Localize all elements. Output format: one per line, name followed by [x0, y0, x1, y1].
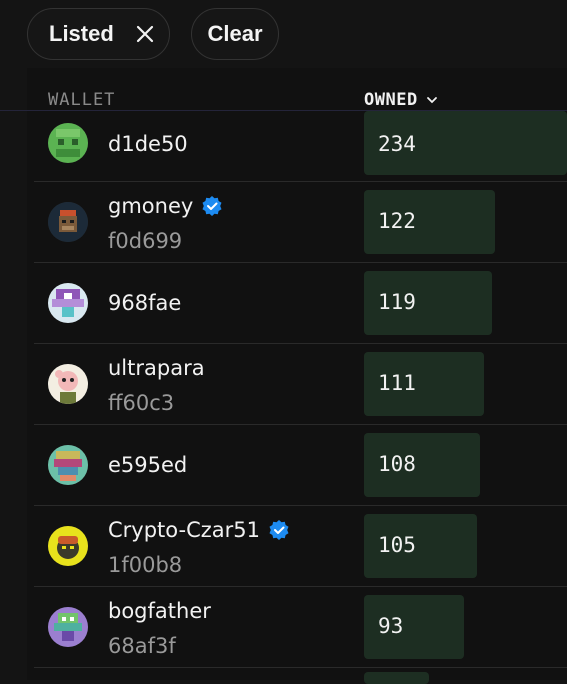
avatar — [48, 445, 88, 485]
wallet-address: 1f00b8 — [108, 553, 183, 577]
owned-count: 122 — [378, 209, 416, 233]
close-icon[interactable] — [136, 25, 154, 43]
wallet-name-label: Crypto-Czar51 — [108, 518, 261, 542]
avatar — [48, 202, 88, 242]
table-row[interactable]: d1de50 234 — [0, 103, 567, 182]
filter-bar: Listed Clear — [0, 0, 567, 68]
owned-bar — [364, 672, 429, 684]
table-row[interactable]: e595ed 108 — [0, 425, 567, 506]
wallet-name[interactable]: gmoney — [108, 194, 223, 218]
wallet-name[interactable]: bogfather — [108, 599, 211, 623]
owned-count: 93 — [378, 614, 404, 638]
owned-count: 119 — [378, 290, 416, 314]
owned-count: 105 — [378, 533, 416, 557]
clear-filters-button[interactable]: Clear — [191, 8, 279, 60]
filter-chip-label: Listed — [49, 21, 114, 46]
owned-count: 111 — [378, 371, 416, 395]
wallet-name[interactable]: ultrapara — [108, 356, 205, 380]
wallet-name[interactable]: Crypto-Czar51 — [108, 518, 290, 542]
table-row[interactable]: Crypto-Czar51 1f00b8 105 — [0, 506, 567, 587]
table-row[interactable]: bogfather 68af3f 93 — [0, 587, 567, 668]
table-row[interactable]: 968fae 119 — [0, 263, 567, 344]
verified-badge-icon — [268, 519, 290, 541]
header-divider — [0, 110, 567, 111]
owned-count: 108 — [378, 452, 416, 476]
table-row[interactable]: gmoney f0d699 122 — [0, 182, 567, 263]
wallet-name[interactable]: d1de50 — [108, 132, 188, 156]
wallet-address: ff60c3 — [108, 391, 175, 415]
filter-chip-listed[interactable]: Listed — [27, 8, 170, 60]
avatar — [48, 526, 88, 566]
row-divider — [34, 667, 567, 668]
avatar — [48, 364, 88, 404]
wallet-name[interactable]: e595ed — [108, 453, 187, 477]
wallet-name-label: gmoney — [108, 194, 194, 218]
table-row[interactable]: ultrapara ff60c3 111 — [0, 344, 567, 425]
wallet-address: f0d699 — [108, 229, 183, 253]
avatar — [48, 607, 88, 647]
avatar — [48, 283, 88, 323]
clear-button-label: Clear — [207, 21, 263, 46]
wallet-address: 68af3f — [108, 634, 176, 658]
wallet-name[interactable]: 968fae — [108, 291, 181, 315]
owned-count: 234 — [378, 132, 416, 156]
avatar — [48, 123, 88, 163]
verified-badge-icon — [201, 195, 223, 217]
